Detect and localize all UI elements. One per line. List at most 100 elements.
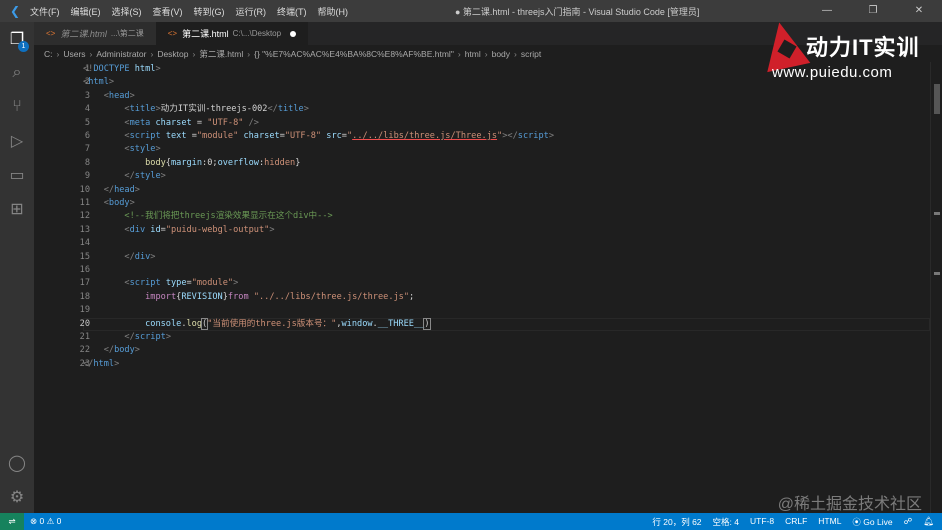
breadcrumb-item[interactable]: Users	[63, 49, 85, 59]
code-token: >	[160, 171, 166, 182]
menu-terminal[interactable]: 终端(T)	[277, 7, 307, 17]
code-token: body	[145, 157, 166, 168]
code-line[interactable]: body{margin:0;overflow:hidden}	[83, 157, 300, 170]
line-number: 6	[84, 131, 90, 141]
line-number: 22	[79, 345, 90, 356]
code-line[interactable]: </head>	[83, 184, 140, 197]
breadcrumb-item[interactable]: html	[465, 49, 481, 59]
vscode-logo-icon: ❮	[9, 4, 21, 18]
extensions-icon[interactable]: ⊞	[0, 192, 34, 226]
code-line[interactable]: <meta charset = "UTF-8" />	[83, 117, 259, 130]
code-line[interactable]: </style>	[83, 170, 166, 183]
breadcrumb-item[interactable]: body	[492, 49, 510, 59]
breadcrumb-item[interactable]: Desktop	[157, 49, 188, 59]
line-number: 19	[79, 305, 90, 316]
minimize-button[interactable]: —	[804, 0, 850, 22]
code-line[interactable]: </script>	[83, 331, 171, 344]
code-token: margin	[170, 157, 203, 168]
run-debug-icon[interactable]: ▷	[0, 124, 34, 158]
tab-preview-file[interactable]: <> 第二课.html ...\第二课	[34, 22, 156, 45]
code-token: >	[165, 332, 171, 342]
menu-selection[interactable]: 选择(S)	[112, 7, 142, 17]
code-line[interactable]: import{REVISION}from "../../libs/three.j…	[83, 291, 414, 304]
code-line[interactable]: </html>	[83, 358, 119, 371]
code-line[interactable]: <title>动力IT实训-threejs-002</title>	[83, 103, 308, 116]
problems-indicator[interactable]: ⊗ 0 ⚠ 0	[30, 516, 61, 526]
line-number: 13	[79, 224, 90, 235]
menu-run[interactable]: 运行(R)	[236, 7, 267, 17]
maximize-button[interactable]: ❐	[850, 0, 896, 22]
code-line[interactable]: <body>	[83, 197, 135, 210]
remote-explorer-icon[interactable]: ▭	[0, 158, 34, 192]
code-line[interactable]: </body>	[83, 344, 140, 357]
watermark: @稀土掘金技术社区	[777, 496, 922, 513]
code-line[interactable]: <div id="puidu-webgl-output">	[83, 224, 275, 237]
breadcrumb-separator-icon: ›	[514, 48, 517, 59]
code-token: >	[155, 64, 161, 74]
line-number: 15	[79, 251, 90, 262]
code-token: ;	[409, 291, 415, 302]
settings-gear-icon[interactable]: ⚙	[0, 480, 34, 514]
menu-go[interactable]: 转到(G)	[194, 7, 225, 17]
code-token: div	[129, 224, 146, 235]
code-editor[interactable]: 1 <!DOCTYPE html> 2 <html> 3 <head> 4 <title>…	[34, 62, 930, 513]
source-control-icon[interactable]: ⑂	[0, 90, 34, 124]
code-token: style	[134, 171, 161, 182]
end-of-line[interactable]: CRLF	[785, 516, 807, 528]
code-line[interactable]: <html>	[83, 76, 114, 89]
editor-scrollbar[interactable]	[930, 62, 942, 513]
line-number: 7	[84, 144, 90, 155]
code-token: head	[114, 184, 135, 195]
menu-file[interactable]: 文件(F)	[30, 7, 60, 17]
breadcrumb-item[interactable]: script	[521, 49, 541, 59]
remote-icon[interactable]: ⇌	[0, 513, 24, 530]
breadcrumb-item[interactable]: {} "%E7%AC%AC%E4%BA%8C%E8%AF%BE.html"	[254, 49, 454, 59]
html-file-icon: <>	[167, 29, 178, 38]
code-line[interactable]: <head>	[83, 90, 135, 103]
menu-edit[interactable]: 编辑(E)	[71, 7, 101, 17]
close-button[interactable]: ✕	[896, 0, 942, 22]
go-live-button[interactable]: ⦿ Go Live	[852, 516, 892, 528]
unsaved-dot-icon[interactable]	[290, 30, 297, 37]
indentation[interactable]: 空格: 4	[713, 516, 739, 528]
tab-description: ...\第二课	[110, 29, 144, 38]
code-line[interactable]: <!--我们将把threejs渲染效果显示在这个div中-->	[83, 210, 332, 223]
breadcrumb-item[interactable]: C:	[44, 49, 53, 59]
breadcrumb-item[interactable]: Administrator	[96, 49, 146, 59]
line-number: 9	[84, 171, 90, 182]
code-line[interactable]: console.log("当前使用的three.js版本号：",window._…	[83, 317, 431, 331]
menu-view[interactable]: 查看(V)	[153, 7, 183, 17]
brand-logo: 动力IT实训 www.puiedu.com	[752, 17, 942, 90]
code-token: title	[129, 104, 156, 115]
code-line[interactable]: <script text ="module" charset="UTF-8" s…	[83, 130, 554, 143]
code-token: meta	[129, 117, 151, 128]
search-icon[interactable]: ⌕	[0, 56, 34, 90]
code-token: title	[277, 104, 304, 115]
code-line[interactable]: <!DOCTYPE html>	[83, 63, 161, 76]
code-token: </	[124, 251, 135, 262]
cursor-position[interactable]: 行 20，列 62	[652, 516, 701, 528]
line-number: 23	[79, 358, 90, 369]
encoding[interactable]: UTF-8	[750, 516, 774, 528]
tab-active-file[interactable]: <> 第二课.html C:\...\Desktop	[155, 22, 309, 45]
code-line[interactable]: <script type="module">	[83, 277, 238, 290]
code-token: REVISION	[181, 291, 223, 302]
menu-help[interactable]: 帮助(H)	[318, 7, 349, 17]
account-icon[interactable]: ◯	[0, 446, 34, 480]
code-line[interactable]: </div>	[83, 251, 155, 264]
brand-name: 动力IT实训	[806, 35, 920, 60]
notifications-bell-icon[interactable]: 🔔︎	[923, 516, 934, 528]
code-token: >	[269, 224, 275, 235]
feedback-icon[interactable]: ☍	[904, 516, 913, 528]
code-token: script	[517, 131, 549, 141]
breadcrumb-item[interactable]: 第二课.html	[199, 48, 243, 60]
code-token: script	[129, 131, 161, 141]
code-line[interactable]: <style>	[83, 143, 160, 156]
language-mode[interactable]: HTML	[818, 516, 841, 528]
explorer-icon[interactable]: ❐ 1	[0, 22, 34, 56]
code-token: >	[548, 131, 554, 141]
